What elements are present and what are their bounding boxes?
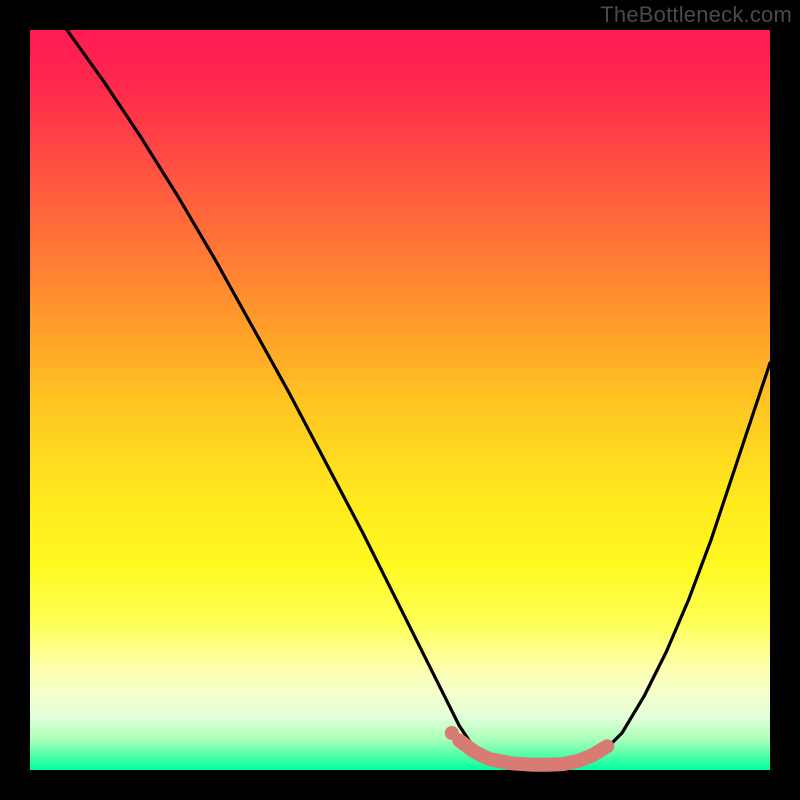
bottleneck-chart bbox=[0, 0, 800, 800]
gradient-panel bbox=[30, 30, 770, 770]
valley-dot bbox=[445, 726, 459, 740]
chart-stage: TheBottleneck.com bbox=[0, 0, 800, 800]
watermark-text: TheBottleneck.com bbox=[600, 2, 792, 28]
